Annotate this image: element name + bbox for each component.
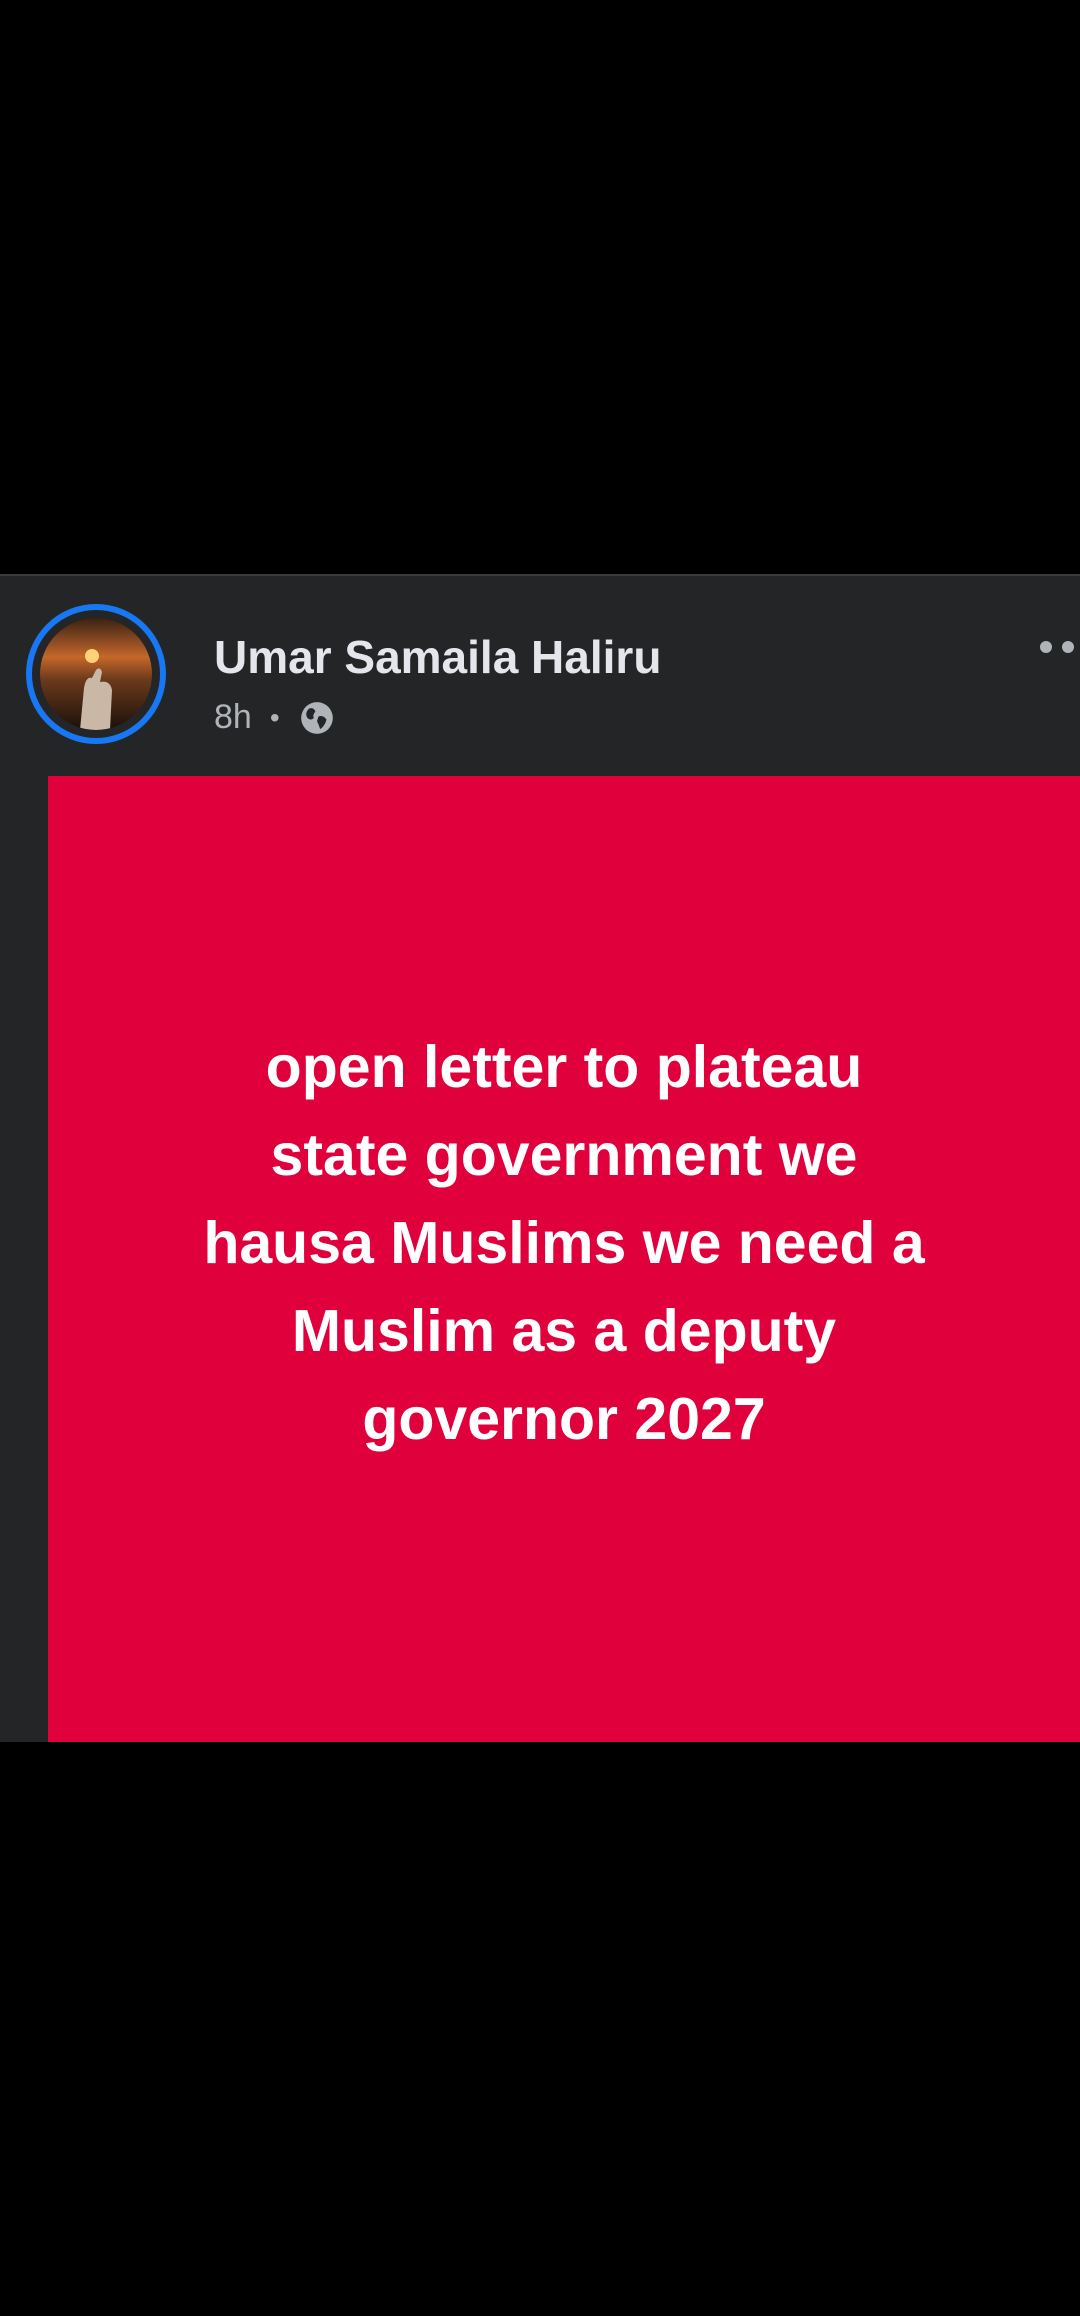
avatar-story-ring[interactable]	[26, 604, 166, 744]
post-text-line: open letter to plateau	[265, 1034, 863, 1101]
post-text-image[interactable]: open letter to plateau state government …	[48, 776, 1080, 1742]
post-text-line: hausa Muslims we need a	[203, 1210, 925, 1277]
more-options-button[interactable]	[1040, 632, 1080, 662]
post-text-line: Muslim as a deputy	[291, 1297, 837, 1364]
post-text-line: governor 2027	[362, 1385, 766, 1452]
post-text-line: state government we	[270, 1122, 858, 1189]
post-header: Umar Samaila Haliru 8h •	[0, 576, 1080, 776]
avatar[interactable]	[40, 618, 152, 730]
post-image-text: open letter to plateau state government …	[84, 1024, 1044, 1464]
post-card: Umar Samaila Haliru 8h • open letter to …	[0, 574, 1080, 1742]
author-name[interactable]: Umar Samaila Haliru	[214, 630, 661, 684]
more-options-icon	[1040, 641, 1052, 653]
meta-separator: •	[269, 701, 280, 733]
more-options-dot	[1062, 641, 1074, 653]
post-time[interactable]: 8h	[214, 698, 252, 737]
avatar-photo-icon	[40, 618, 152, 730]
globe-icon[interactable]	[298, 699, 336, 737]
post-meta: 8h •	[214, 698, 336, 737]
